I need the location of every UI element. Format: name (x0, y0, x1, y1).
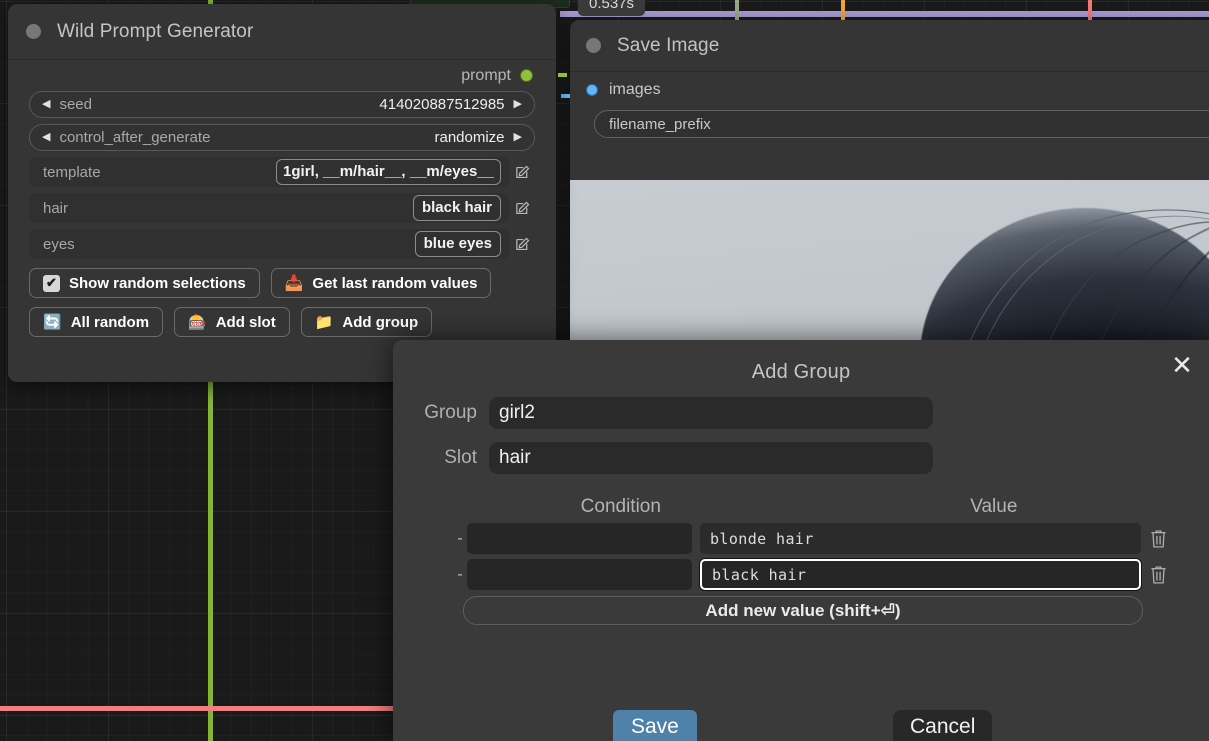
wpg-title: Wild Prompt Generator (57, 20, 254, 42)
show-random-selections-button[interactable]: ✔ Show random selections (29, 268, 260, 298)
group-input[interactable]: girl2 (489, 397, 933, 429)
slot-value-eyes[interactable]: blue eyes (414, 231, 501, 257)
output-slot-prompt[interactable]: prompt (29, 60, 567, 91)
increment-arrow-icon[interactable]: ▶ (514, 132, 522, 143)
row-dash: - (457, 529, 463, 547)
slot-name-hair: hair (43, 199, 69, 217)
slot-machine-icon: 🎰 (188, 313, 207, 331)
value-row: - blonde hair (393, 523, 1209, 554)
all-random-label: All random (70, 313, 150, 331)
show-random-selections-label: Show random selections (69, 274, 246, 292)
value-table-header: Condition Value (393, 496, 1209, 518)
inbox-tray-icon: 📥 (284, 274, 304, 292)
trash-icon[interactable] (1141, 564, 1175, 586)
add-group-dialog[interactable]: ✕ Add Group Group girl2 Slot hair Condit… (393, 340, 1209, 741)
group-label: Group (424, 402, 477, 423)
all-random-button[interactable]: 🔄 All random (29, 307, 164, 337)
slot-name-template: template (43, 163, 101, 181)
slot-field-template[interactable]: template 1girl, __m/hair__, __m/eyes__ (29, 157, 509, 187)
widget-seed[interactable]: ◀ seed 414020887512985 ▶ (29, 91, 535, 118)
wpg-button-row-2: 🔄 All random 🎰 Add slot 📁 Add group (29, 307, 535, 337)
slot-value-hair[interactable]: black hair (412, 195, 501, 221)
link-tick-red (1088, 0, 1092, 22)
wpg-button-row-1: ✔ Show random selections 📥 Get last rand… (29, 268, 535, 298)
control-after-generate-label: control_after_generate (59, 129, 211, 146)
add-group-button[interactable]: 📁 Add group (300, 307, 433, 337)
add-group-label: Add group (342, 313, 419, 331)
slot-label: Slot (444, 447, 477, 468)
wpg-body: prompt ◀ seed 414020887512985 ▶ ◀ contro… (8, 60, 567, 337)
value-row: - black hair (393, 559, 1209, 590)
condition-input[interactable] (467, 523, 692, 554)
input-slot-label: images (609, 81, 661, 98)
wpg-header[interactable]: Wild Prompt Generator (8, 4, 556, 60)
input-slot-images[interactable]: images (570, 72, 1209, 108)
output-slot-label: prompt (461, 66, 511, 84)
node-save-image[interactable]: Save Image images filename_prefix (561, 20, 1209, 370)
increment-arrow-icon[interactable]: ▶ (514, 99, 522, 110)
trash-icon[interactable] (1141, 528, 1175, 550)
group-field-row: Group girl2 (393, 397, 1209, 429)
execution-timer-badge: 0.537s (578, 0, 646, 16)
slot-row-hair: hair black hair (29, 193, 535, 223)
value-input[interactable]: blonde hair (700, 523, 1141, 554)
get-last-random-values-button[interactable]: 📥 Get last random values (270, 268, 492, 298)
condition-column-header: Condition (580, 496, 661, 517)
node-wild-prompt-generator[interactable]: Wild Prompt Generator prompt ◀ seed 4140… (8, 4, 567, 382)
filename-prefix-label: filename_prefix (609, 115, 711, 133)
refresh-icon: 🔄 (43, 313, 62, 331)
collapse-dot-icon[interactable] (26, 24, 41, 39)
value-column-header: Value (970, 496, 1018, 517)
value-input-focused[interactable]: black hair (700, 559, 1141, 590)
checkbox-checked-icon[interactable]: ✔ (43, 274, 60, 292)
app-root: Save Image images filename_prefix 0.537s… (0, 0, 1209, 741)
decrement-arrow-icon[interactable]: ◀ (42, 132, 50, 143)
input-dot-icon[interactable] (586, 84, 598, 96)
slot-row-eyes: eyes blue eyes (29, 229, 535, 259)
folder-icon: 📁 (314, 313, 334, 331)
slot-row-template: template 1girl, __m/hair__, __m/eyes__ (29, 157, 535, 187)
link-tick-orange (841, 0, 845, 22)
edit-pencil-icon[interactable] (509, 236, 535, 253)
save-image-title: Save Image (617, 34, 720, 56)
add-new-value-button[interactable]: Add new value (shift+⏎) (463, 596, 1143, 625)
slot-field-row: Slot hair (393, 442, 1209, 474)
collapse-dot-icon[interactable] (586, 38, 601, 53)
slot-value-template[interactable]: 1girl, __m/hair__, __m/eyes__ (276, 159, 501, 185)
seed-label: seed (59, 96, 92, 113)
slot-name-eyes: eyes (43, 235, 75, 253)
slot-field-hair[interactable]: hair black hair (29, 193, 509, 223)
decrement-arrow-icon[interactable]: ◀ (42, 99, 50, 110)
add-slot-label: Add slot (215, 313, 276, 331)
close-icon[interactable]: ✕ (1165, 348, 1199, 382)
get-last-random-values-label: Get last random values (312, 274, 478, 292)
slot-input[interactable]: hair (489, 442, 933, 474)
link-tick-green (735, 0, 739, 22)
row-dash: - (457, 565, 463, 583)
filename-prefix-input[interactable]: filename_prefix (594, 110, 1209, 138)
output-wire-stub (558, 73, 567, 77)
save-image-header[interactable]: Save Image (570, 20, 1209, 72)
edit-pencil-icon[interactable] (509, 164, 535, 181)
add-slot-button[interactable]: 🎰 Add slot (174, 307, 290, 337)
cancel-button[interactable]: Cancel (893, 710, 993, 741)
node-link-wire (560, 11, 1209, 17)
save-button[interactable]: Save (613, 710, 697, 741)
edit-pencil-icon[interactable] (509, 200, 535, 217)
images-input-stub (561, 94, 570, 98)
output-dot-icon[interactable] (520, 69, 533, 82)
widget-control-after-generate[interactable]: ◀ control_after_generate randomize ▶ (29, 124, 535, 151)
slot-field-eyes[interactable]: eyes blue eyes (29, 229, 509, 259)
seed-value[interactable]: 414020887512985 (379, 96, 504, 113)
dialog-title: Add Group (751, 361, 851, 383)
condition-input[interactable] (467, 559, 692, 590)
control-after-generate-value[interactable]: randomize (434, 129, 504, 146)
